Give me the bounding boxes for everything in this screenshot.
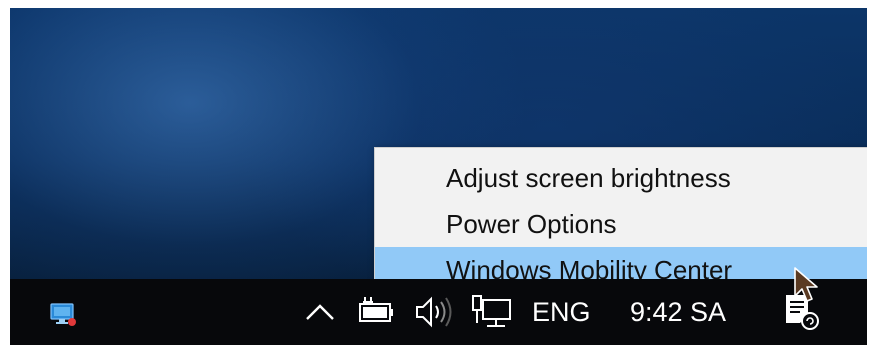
menu-item-adjust-brightness[interactable]: Adjust screen brightness xyxy=(375,155,867,201)
desktop-background: Adjust screen brightness Power Options W… xyxy=(10,8,867,345)
network-icon[interactable] xyxy=(470,293,514,331)
mouse-cursor-icon xyxy=(792,266,824,308)
menu-item-power-options[interactable]: Power Options xyxy=(375,201,867,247)
language-label: ENG xyxy=(532,296,591,327)
clock-time: 9:42 SA xyxy=(630,296,727,327)
screen-recorder-icon[interactable] xyxy=(48,298,78,328)
battery-icon[interactable] xyxy=(356,295,396,329)
volume-icon[interactable] xyxy=(413,294,457,330)
language-indicator[interactable]: ENG xyxy=(532,293,591,331)
chevron-up-icon[interactable] xyxy=(303,295,337,329)
taskbar: ENG 9:42 SA xyxy=(10,279,867,345)
menu-item-label: Adjust screen brightness xyxy=(446,162,731,193)
menu-item-label: Power Options xyxy=(446,208,617,239)
clock[interactable]: 9:42 SA xyxy=(630,293,726,331)
